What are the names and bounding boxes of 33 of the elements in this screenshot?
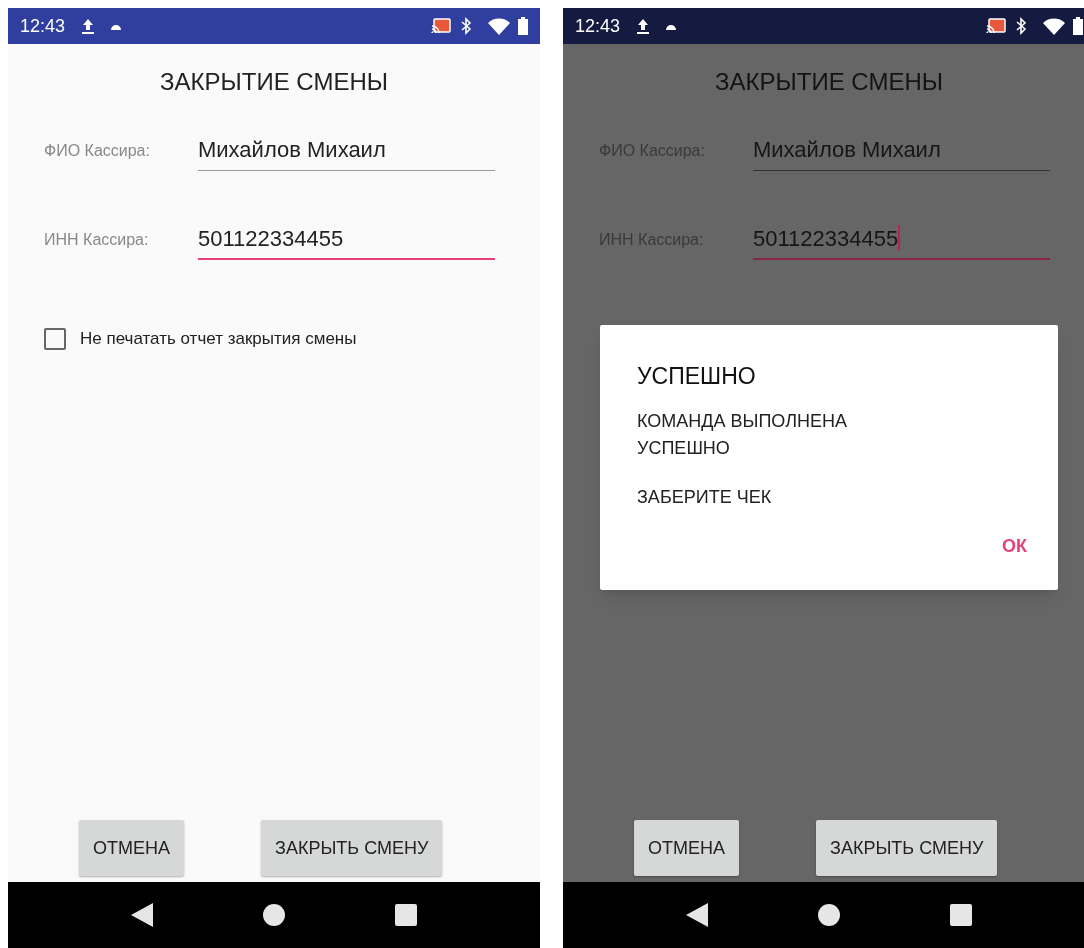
- dialog-message: ЗАБЕРИТЕ ЧЕК: [637, 485, 773, 509]
- upload-icon: [81, 18, 96, 34]
- checkbox-row[interactable]: Не печатать отчет закрытия смены: [44, 326, 540, 352]
- checkbox-label: Не печатать отчет закрытия смены: [80, 328, 357, 350]
- wifi-icon: [1043, 17, 1065, 35]
- checkbox[interactable]: [44, 327, 66, 350]
- battery-icon: [518, 17, 528, 35]
- battery-icon: [1073, 17, 1083, 35]
- cast-icon: [430, 17, 452, 35]
- status-time: 12:43: [575, 17, 621, 35]
- upload-icon: [636, 18, 651, 34]
- action-button[interactable]: ЗАКРЫТЬ СМЕНУ: [261, 820, 443, 876]
- home-icon[interactable]: [263, 904, 285, 926]
- action-button[interactable]: ЗАКРЫТЬ СМЕНУ: [816, 820, 998, 876]
- status-time: 12:43: [20, 17, 66, 35]
- field-label: ИНН Кассира:: [44, 230, 150, 250]
- screen-title: ЗАКРЫТИЕ СМЕНЫ: [159, 67, 389, 97]
- bluetooth-icon: [460, 17, 472, 35]
- text-field[interactable]: Михайлов Михаил: [198, 136, 495, 171]
- ok-button[interactable]: ОК: [994, 528, 1035, 564]
- back-icon[interactable]: [686, 903, 708, 927]
- action-button[interactable]: ОТМЕНА: [79, 820, 184, 876]
- screen-title: ЗАКРЫТИЕ СМЕНЫ: [714, 67, 944, 97]
- dialog-message: КОМАНДА ВЫПОЛНЕНА УСПЕШНО: [637, 409, 848, 460]
- text-field[interactable]: 501122334455: [198, 224, 495, 260]
- action-button[interactable]: ОТМЕНА: [634, 820, 739, 876]
- home-icon[interactable]: [818, 904, 840, 926]
- back-icon[interactable]: [131, 903, 153, 927]
- wifi-icon: [488, 17, 510, 35]
- cast-icon: [985, 17, 1007, 35]
- bluetooth-icon: [1015, 17, 1027, 35]
- field-label: ФИО Кассира:: [44, 140, 151, 161]
- dialog-title: УСПЕШНО: [637, 362, 757, 391]
